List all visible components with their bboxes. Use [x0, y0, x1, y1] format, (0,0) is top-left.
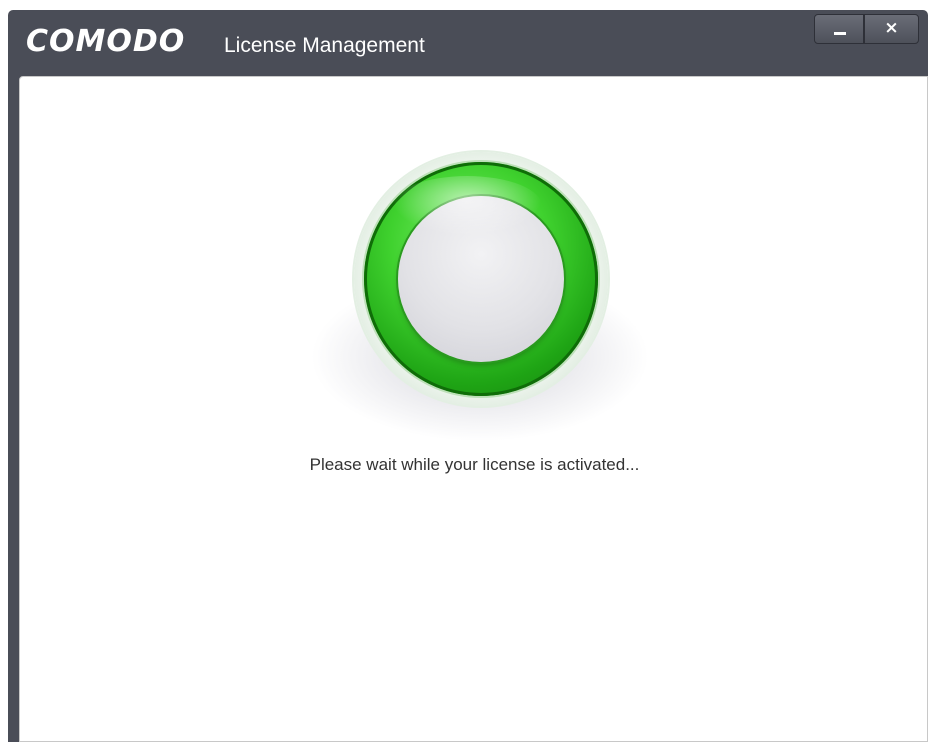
ring-center — [398, 196, 564, 362]
window-title: License Management — [224, 34, 425, 57]
content-panel: Please wait while your license is activa… — [19, 76, 928, 742]
close-icon: × — [884, 18, 899, 38]
close-button[interactable]: × — [864, 14, 919, 44]
comodo-logo: COMODO — [26, 24, 186, 59]
activation-progress-ring-icon — [310, 152, 650, 452]
minimize-icon — [834, 32, 846, 35]
license-management-window: COMODO License Management × Please wait … — [8, 10, 928, 742]
title-bar[interactable]: COMODO License Management × — [8, 10, 928, 76]
status-message: Please wait while your license is activa… — [309, 455, 640, 474]
minimize-button[interactable] — [814, 14, 864, 44]
